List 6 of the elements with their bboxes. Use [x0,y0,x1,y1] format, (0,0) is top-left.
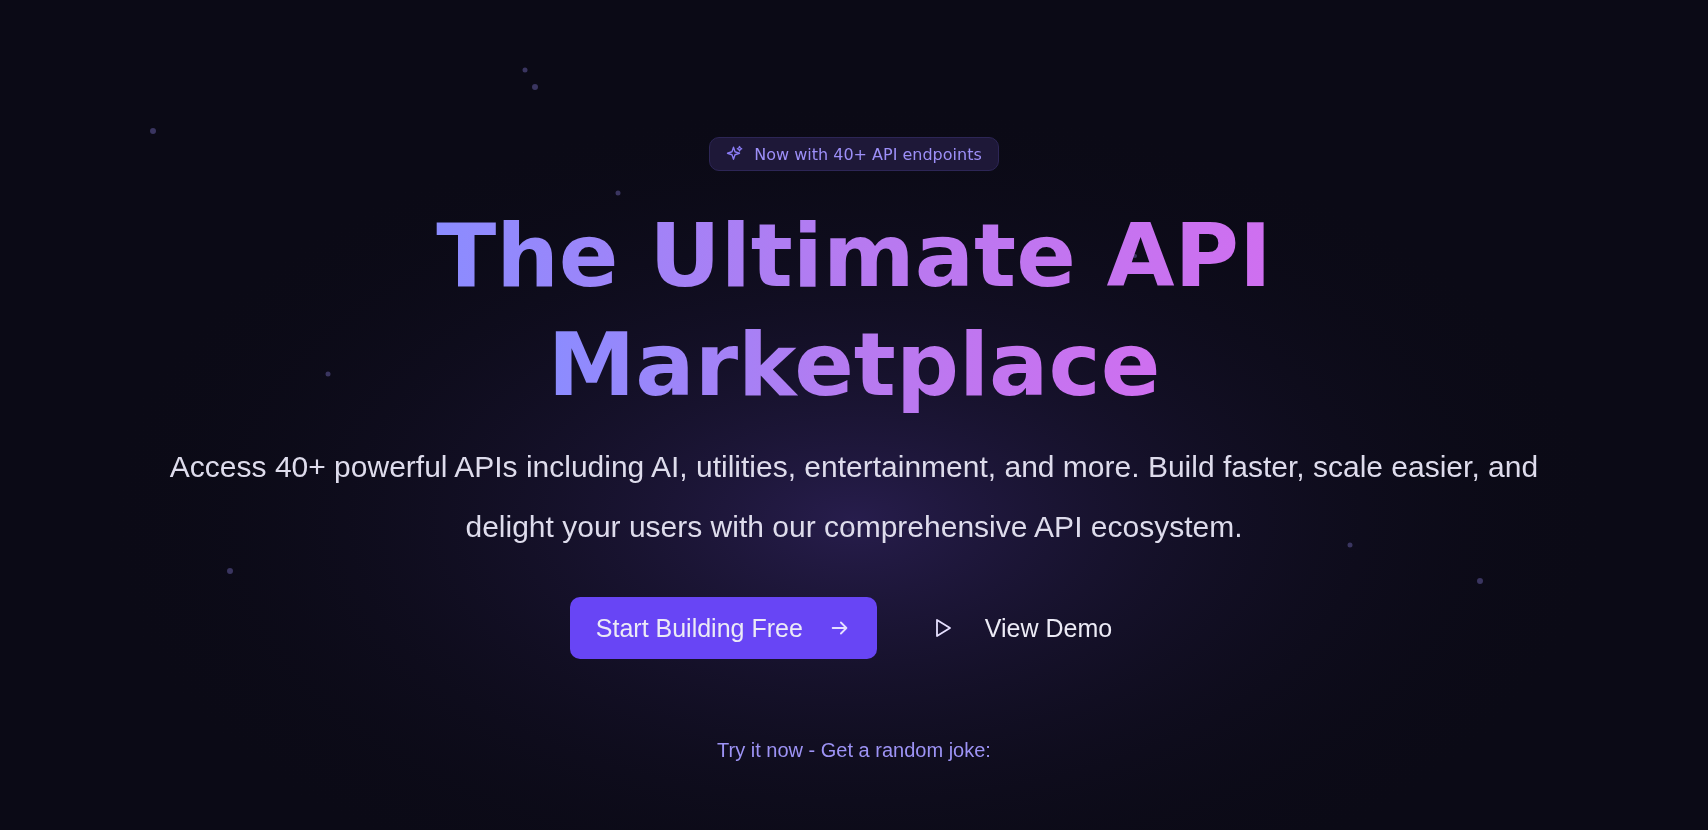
badge-text: Now with 40+ API endpoints [754,144,982,164]
try-prompt: Try it now - Get a random joke: [717,739,991,762]
start-button[interactable]: Start Building Free [569,597,877,659]
sparkle-icon [726,145,745,163]
hero-description: Access 40+ powerful APIs including AI, utilities, entertainment, and more. Build faster, scale easier, and delight your users with our comprehensive API ecosystem. [168,449,1540,545]
demo-button[interactable]: View Demo [904,597,1139,659]
